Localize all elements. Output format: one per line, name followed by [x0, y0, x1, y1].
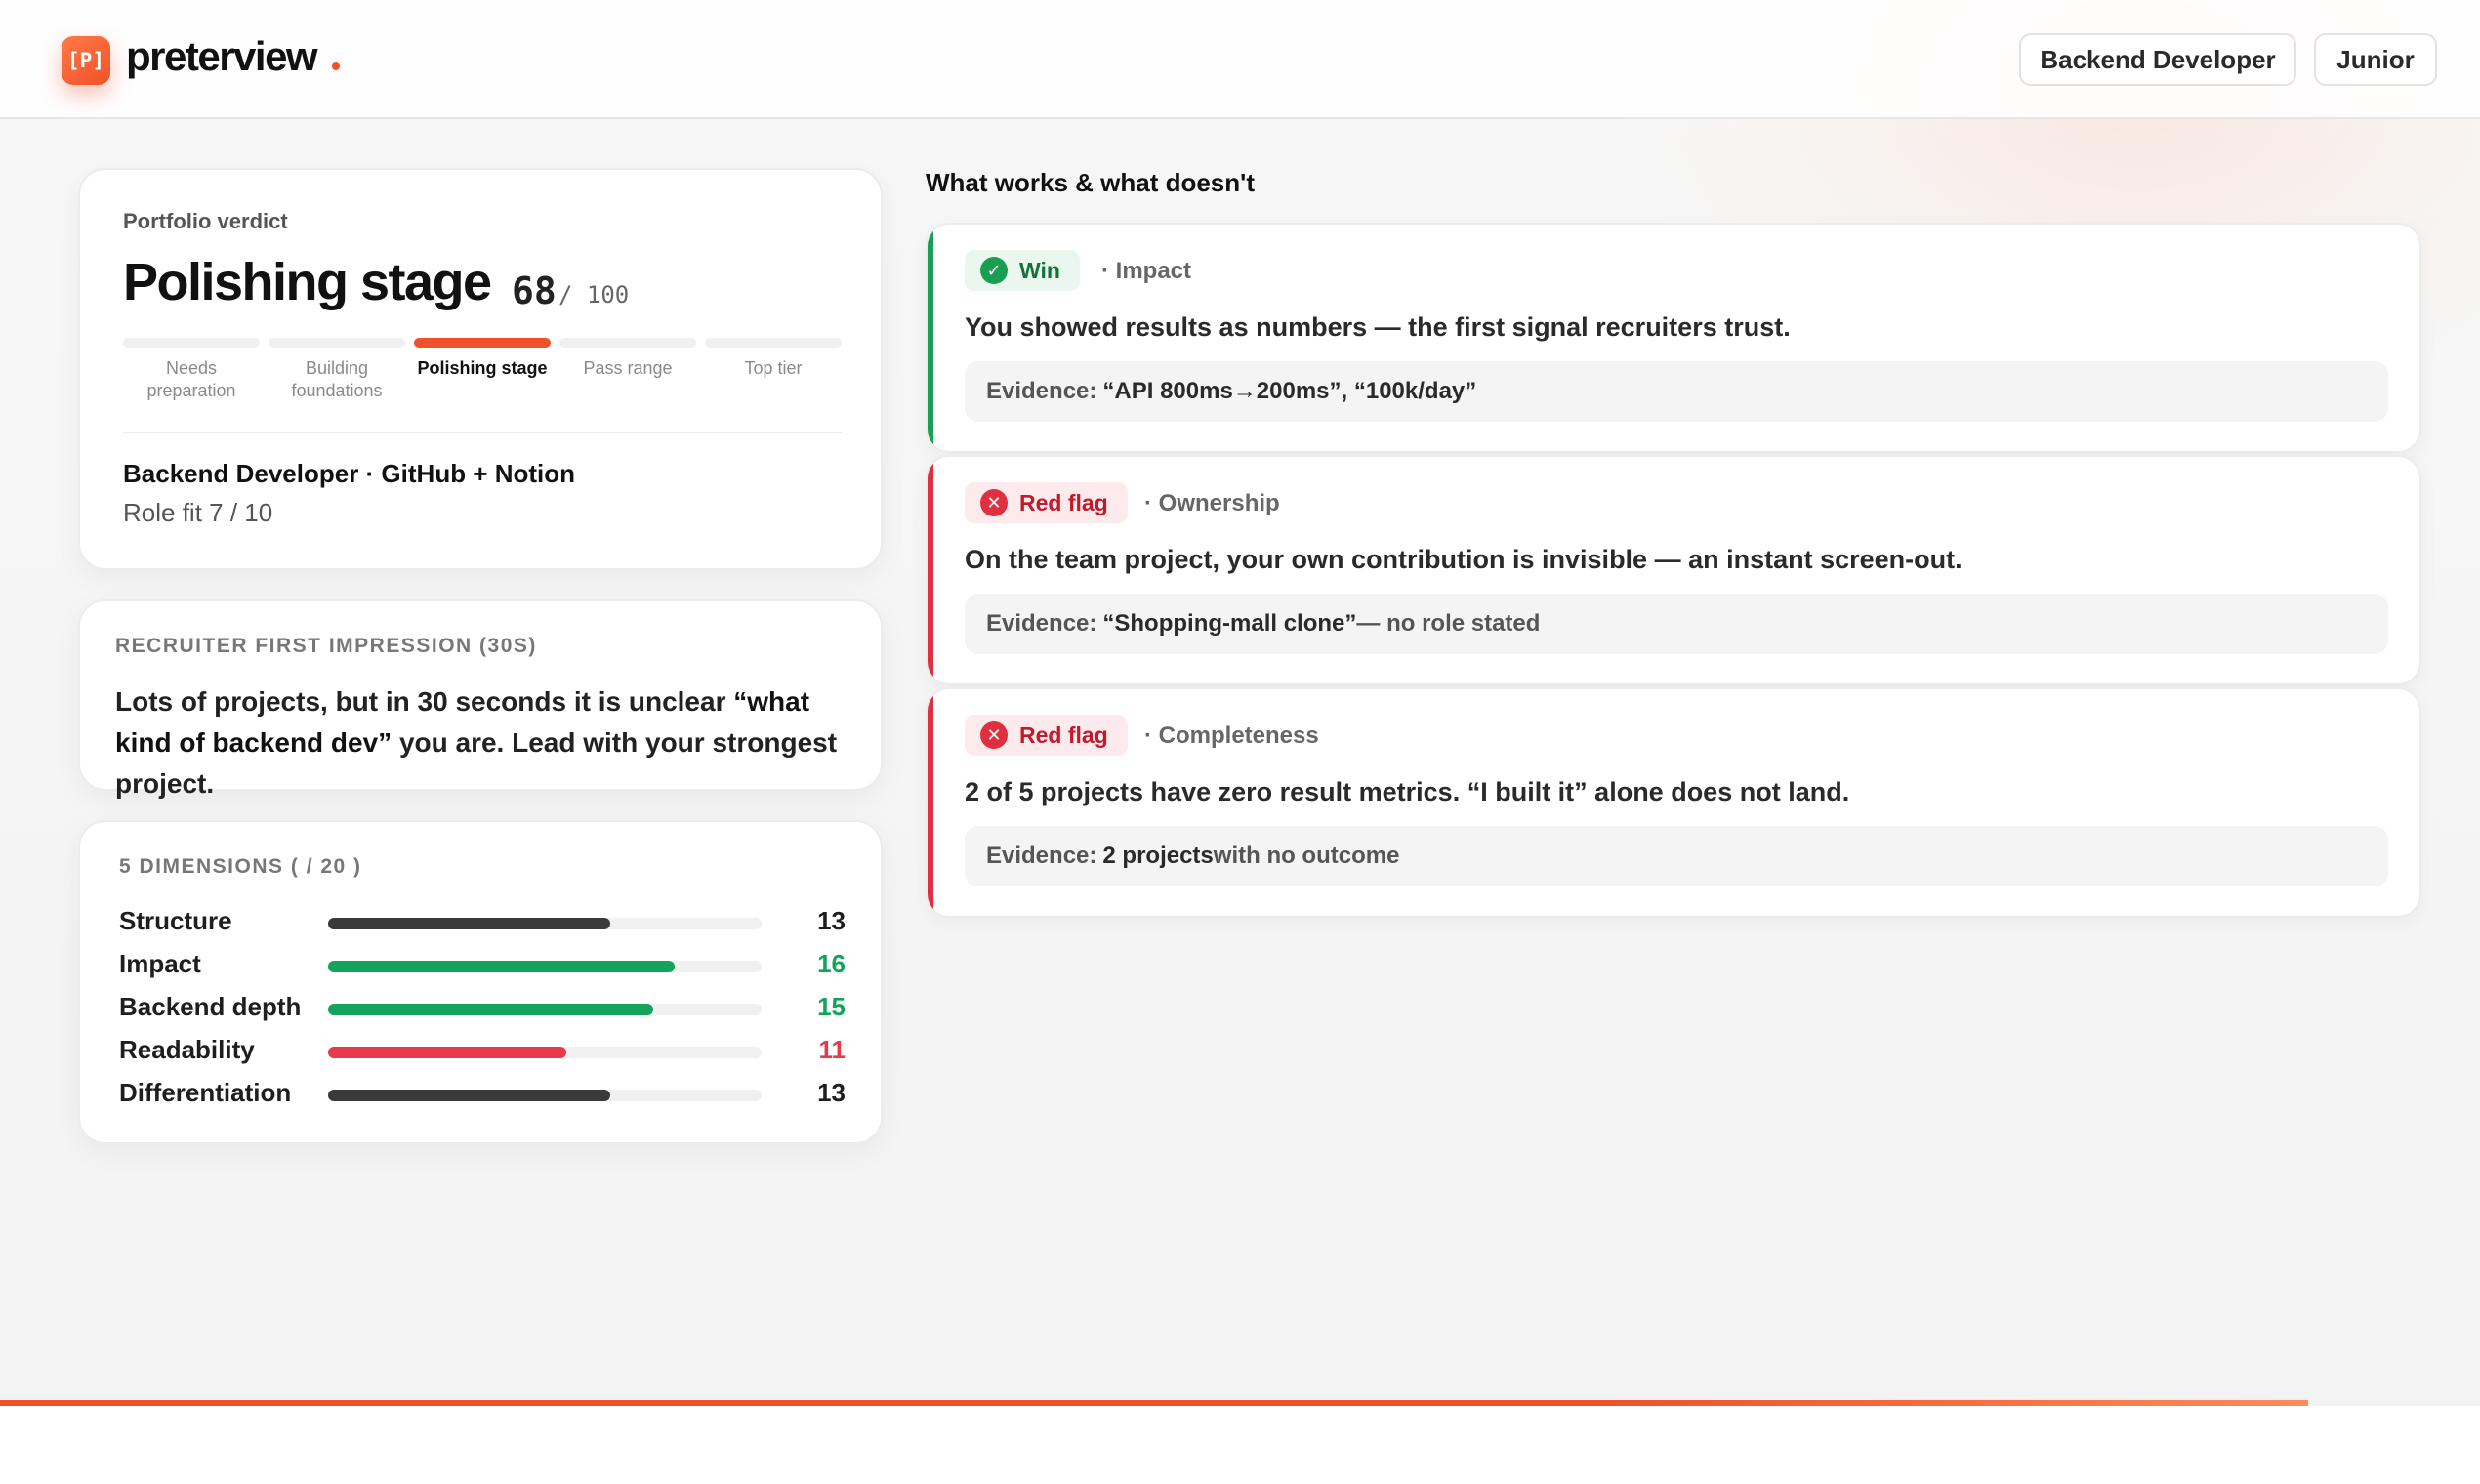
- dimension-score: 13: [817, 906, 846, 935]
- dimension-bar-track: [328, 1090, 762, 1101]
- finding-category: · Impact: [1101, 258, 1192, 284]
- stage-label: Top tier: [744, 358, 803, 378]
- evidence-box: Evidence: 2 projects with no outcome: [965, 826, 2388, 886]
- finding-card-impact: ✓ Win · Impact You showed results as num…: [926, 223, 2421, 453]
- evidence-value: “Shopping-mall clone”: [1102, 610, 1357, 637]
- x-circle-icon: ✕: [980, 489, 1008, 516]
- finding-text: On the team project, your own contributi…: [965, 545, 1963, 574]
- portfolio-verdict-card: Portfolio verdict Polishing stage 68 / 1…: [78, 168, 883, 570]
- badge-label: Win: [1019, 257, 1060, 283]
- stage-label: Polishing stage: [417, 358, 548, 378]
- dimension-score: 13: [817, 1078, 846, 1107]
- finding-card-completeness: ✕ Red flag · Completeness 2 of 5 project…: [926, 687, 2421, 918]
- x-circle-icon: ✕: [980, 721, 1008, 749]
- dimension-bar-fill: [328, 918, 610, 929]
- dimension-name: Readability: [119, 1035, 255, 1064]
- impression-text-a: Lots of projects, but in 30 seconds it i…: [115, 686, 734, 717]
- findings-title: What works & what doesn't: [926, 168, 1255, 197]
- verdict-score: 68: [512, 269, 557, 312]
- dimension-row: Readability 11: [119, 1031, 846, 1070]
- finding-accent-bar: [928, 689, 933, 916]
- evidence-tail: — no role stated: [1356, 610, 1541, 637]
- dimension-bar-fill: [328, 961, 676, 972]
- logo-wordmark[interactable]: preterview: [126, 33, 318, 80]
- evidence-box: Evidence: “Shopping-mall clone” — no rol…: [965, 594, 2388, 654]
- dimension-bar-fill: [328, 1090, 610, 1101]
- red-flag-badge: ✕ Red flag: [965, 482, 1128, 523]
- stage-bar: [705, 338, 842, 348]
- dimension-bar-track: [328, 918, 762, 929]
- stage-bar: [269, 338, 405, 348]
- dimensions-label: 5 DIMENSIONS ( / 20 ): [119, 855, 362, 878]
- finding-accent-bar: [928, 457, 933, 683]
- verdict-role-sources: Backend Developer · GitHub + Notion: [123, 459, 576, 488]
- red-flag-badge: ✕ Red flag: [965, 715, 1128, 756]
- dimension-score: 16: [817, 949, 846, 978]
- top-header: [P] preterview Backend Developer Junior: [0, 0, 2480, 119]
- stage-bar: [559, 338, 696, 348]
- finding-card-ownership: ✕ Red flag · Ownership On the team proje…: [926, 455, 2421, 685]
- dimension-row: Differentiation 13: [119, 1074, 846, 1113]
- badge-label: Red flag: [1019, 489, 1108, 515]
- logo-icon[interactable]: [P]: [62, 36, 110, 85]
- stage-label: Needs preparation: [146, 358, 236, 401]
- finding-accent-bar: [928, 225, 933, 451]
- stage-bar: [123, 338, 260, 348]
- dimension-score: 15: [817, 992, 846, 1021]
- stage-bar: [414, 338, 551, 348]
- stage-top-tier: Top tier: [705, 338, 842, 380]
- impression-label: RECRUITER FIRST IMPRESSION (30S): [115, 635, 537, 657]
- stage-label: Pass range: [583, 358, 673, 378]
- recruiter-impression-card: RECRUITER FIRST IMPRESSION (30S) Lots of…: [78, 599, 883, 799]
- impression-text: Lots of projects, but in 30 seconds it i…: [115, 681, 857, 804]
- dimension-bar-track: [328, 1004, 762, 1015]
- finding-category: · Ownership: [1144, 490, 1280, 516]
- finding-text: 2 of 5 projects have zero result metrics…: [965, 777, 1850, 806]
- bottom-accent-line: [0, 1400, 2308, 1406]
- dimension-bar-track: [328, 961, 762, 972]
- stage-label: Building foundations: [291, 358, 383, 401]
- win-badge: ✓ Win: [965, 250, 1080, 291]
- logo-dot: [332, 62, 340, 70]
- evidence-value: 2 projects: [1102, 843, 1214, 869]
- verdict-divider: [123, 432, 842, 433]
- stage-polishing: Polishing stage: [414, 338, 551, 380]
- finding-category: · Completeness: [1144, 722, 1319, 749]
- dimension-name: Structure: [119, 906, 232, 935]
- dimensions-card: 5 DIMENSIONS ( / 20 ) Structure 13 Impac…: [78, 820, 883, 1144]
- dimension-name: Differentiation: [119, 1078, 292, 1107]
- verdict-score-max: / 100: [558, 281, 630, 309]
- dimension-row: Backend depth 15: [119, 988, 846, 1027]
- evidence-prefix: Evidence:: [986, 610, 1097, 637]
- dimension-bar-track: [328, 1047, 762, 1058]
- evidence-box: Evidence: “API 800ms→200ms”, “100k/day”: [965, 361, 2388, 422]
- app-background: [P] preterview Backend Developer Junior …: [0, 0, 2480, 1406]
- finding-text: You showed results as numbers — the firs…: [965, 312, 1791, 342]
- check-icon: ✓: [980, 257, 1008, 284]
- dimension-bar-fill: [328, 1047, 567, 1058]
- stage-needs-preparation: Needs preparation: [123, 338, 260, 403]
- evidence-value: “API 800ms→200ms”, “100k/day”: [1102, 378, 1477, 404]
- dimension-row: Structure 13: [119, 902, 846, 941]
- dimension-bar-fill: [328, 1004, 653, 1015]
- verdict-role-fit: Role fit 7 / 10: [123, 498, 273, 527]
- dimension-name: Impact: [119, 949, 201, 978]
- dimension-score: 11: [818, 1035, 847, 1064]
- stage-pass-range: Pass range: [559, 338, 696, 380]
- evidence-prefix: Evidence:: [986, 843, 1097, 869]
- stage-progress: Needs preparation Building foundations P…: [123, 338, 842, 416]
- evidence-tail: with no outcome: [1213, 843, 1400, 869]
- dimension-row: Impact 16: [119, 945, 846, 984]
- stage-building-foundations: Building foundations: [269, 338, 405, 403]
- verdict-title: Polishing stage: [123, 253, 492, 311]
- evidence-prefix: Evidence:: [986, 378, 1097, 404]
- role-selector-button[interactable]: Backend Developer: [2019, 33, 2296, 86]
- dimension-name: Backend depth: [119, 992, 302, 1021]
- badge-label: Red flag: [1019, 721, 1108, 748]
- level-selector-button[interactable]: Junior: [2314, 33, 2437, 86]
- verdict-label: Portfolio verdict: [123, 209, 288, 233]
